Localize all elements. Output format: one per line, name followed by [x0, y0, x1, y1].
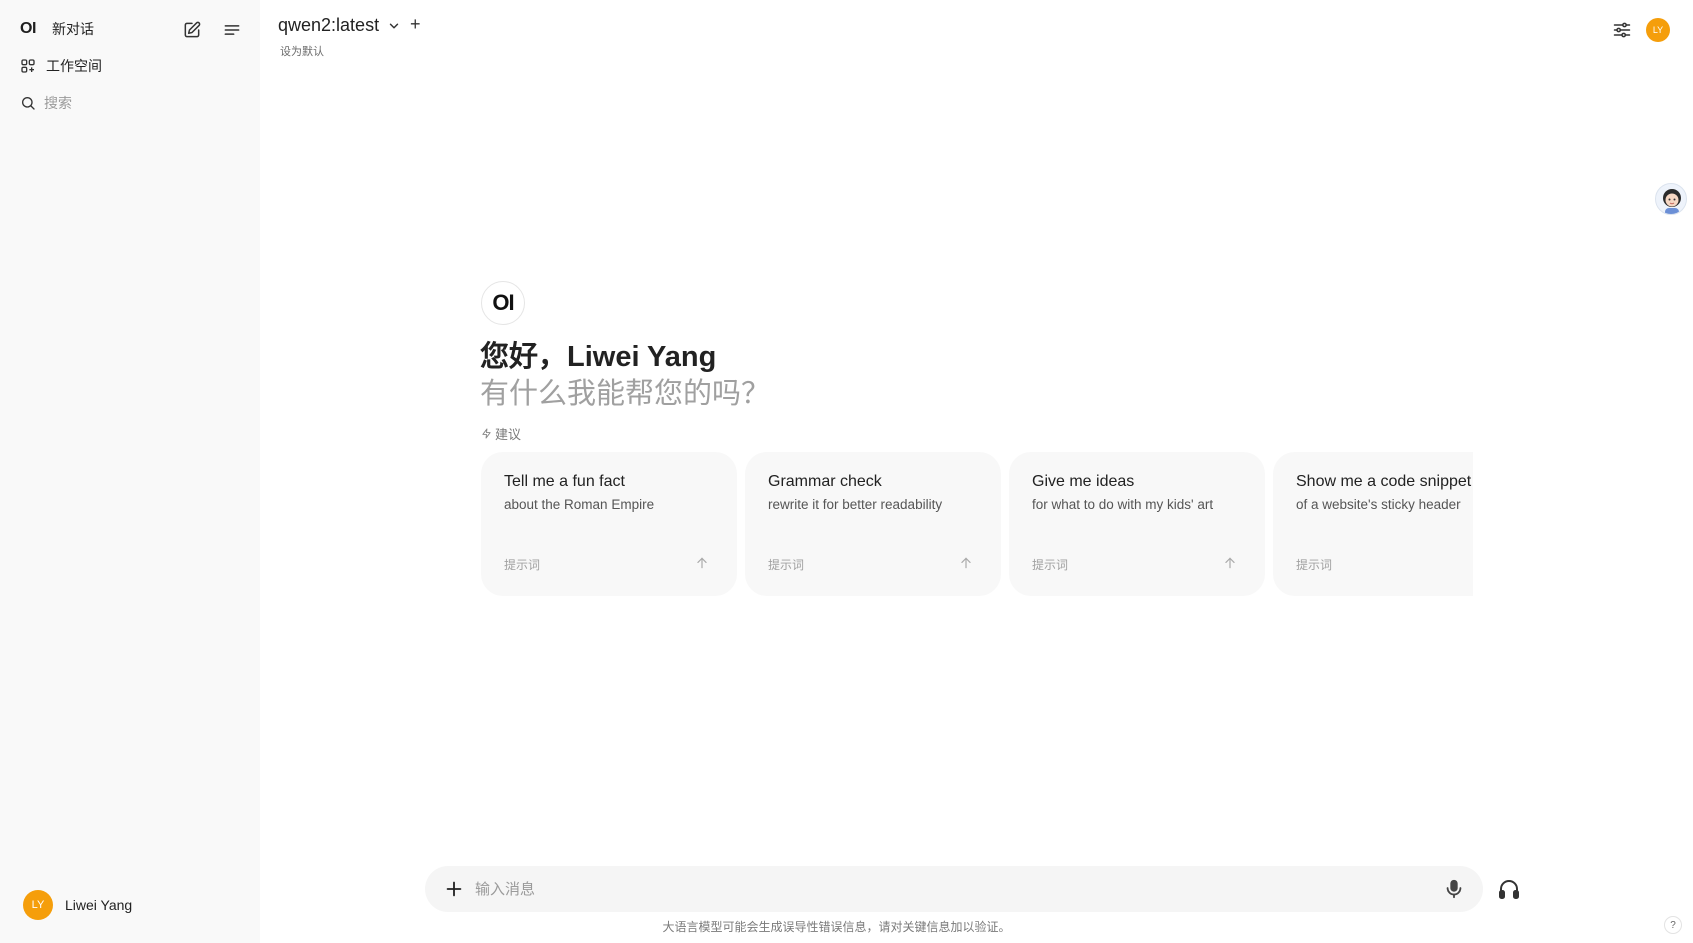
- new-chat-label: 新对话: [52, 21, 94, 37]
- sidebar-item-label: 工作空间: [46, 58, 102, 74]
- model-selector[interactable]: qwen2:latest: [278, 15, 401, 36]
- help-button[interactable]: ?: [1664, 916, 1682, 934]
- suggestion-title: Grammar check: [768, 473, 882, 490]
- headset-icon[interactable]: [1497, 877, 1521, 901]
- app-logo: OI: [20, 20, 36, 37]
- search-icon: [22, 97, 35, 110]
- suggestion-card[interactable]: Show me a code snippet of a website's st…: [1273, 452, 1473, 596]
- disclaimer: 大语言模型可能会生成误导性错误信息，请对关键信息加以验证。: [0, 918, 1693, 935]
- suggestion-card[interactable]: Tell me a fun fact about the Roman Empir…: [481, 452, 737, 596]
- controls-icon[interactable]: [1612, 20, 1632, 40]
- plus-icon[interactable]: [443, 878, 465, 900]
- model-name: qwen2:latest: [278, 15, 380, 35]
- suggestion-title: Tell me a fun fact: [504, 473, 625, 490]
- assistant-avatar-icon[interactable]: [1655, 183, 1687, 215]
- avatar: LY: [23, 890, 53, 920]
- sidebar-item-workspace[interactable]: 工作空间: [20, 56, 102, 76]
- greeting-subtitle: 有什么我能帮您的吗？: [480, 378, 771, 410]
- new-chat-icon[interactable]: [182, 20, 202, 40]
- suggestion-title: Give me ideas: [1032, 473, 1135, 490]
- new-chat-row[interactable]: OI 新对话: [20, 19, 94, 39]
- suggestion-title: Show me a code snippet: [1296, 473, 1472, 490]
- workspace-icon: [21, 59, 35, 73]
- sidebar: OI 新对话 工作空间 搜索 LY Liwei Yang: [0, 0, 260, 943]
- message-composer: [425, 866, 1483, 912]
- suggestion-tag: 提示词: [504, 558, 541, 572]
- user-menu[interactable]: LY Liwei Yang: [23, 890, 132, 920]
- search-input[interactable]: 搜索: [44, 93, 72, 113]
- arrow-up-icon: [1225, 557, 1235, 569]
- suggestion-tag: 提示词: [768, 558, 805, 572]
- welcome-logo: OI: [481, 281, 525, 325]
- suggestion-tag: 提示词: [1032, 558, 1069, 572]
- header-avatar[interactable]: LY: [1646, 18, 1670, 42]
- microphone-icon[interactable]: [1443, 878, 1465, 900]
- suggestion-cards: Tell me a fun fact about the Roman Empir…: [481, 452, 1473, 596]
- suggestions-label: 建议: [481, 424, 521, 443]
- chevron-down-icon: [389, 23, 399, 28]
- suggestion-subtitle: rewrite it for better readability: [768, 497, 943, 512]
- set-default-link[interactable]: 设为默认: [280, 43, 324, 59]
- suggestion-subtitle: of a website's sticky header: [1296, 497, 1461, 512]
- menu-icon[interactable]: [222, 20, 242, 40]
- user-name: Liwei Yang: [65, 897, 133, 913]
- suggestions-label-text: 建议: [495, 427, 522, 442]
- message-input[interactable]: [475, 874, 1395, 904]
- suggestion-card[interactable]: Grammar check rewrite it for better read…: [745, 452, 1001, 596]
- lightning-icon: [482, 428, 491, 439]
- disclaimer-text: 大语言模型可能会生成误导性错误信息，请对关键信息加以验证。: [662, 920, 1011, 934]
- arrow-up-icon: [697, 557, 707, 569]
- suggestion-subtitle: about the Roman Empire: [504, 497, 655, 512]
- add-model-button[interactable]: +: [410, 14, 421, 35]
- suggestion-card[interactable]: Give me ideas for what to do with my kid…: [1009, 452, 1265, 596]
- suggestion-subtitle: for what to do with my kids' art: [1032, 497, 1214, 512]
- arrow-up-icon: [961, 557, 971, 569]
- greeting-title: 您好，Liwei Yang: [480, 341, 717, 373]
- sidebar-search[interactable]: 搜索: [20, 93, 72, 113]
- suggestion-tag: 提示词: [1296, 558, 1333, 572]
